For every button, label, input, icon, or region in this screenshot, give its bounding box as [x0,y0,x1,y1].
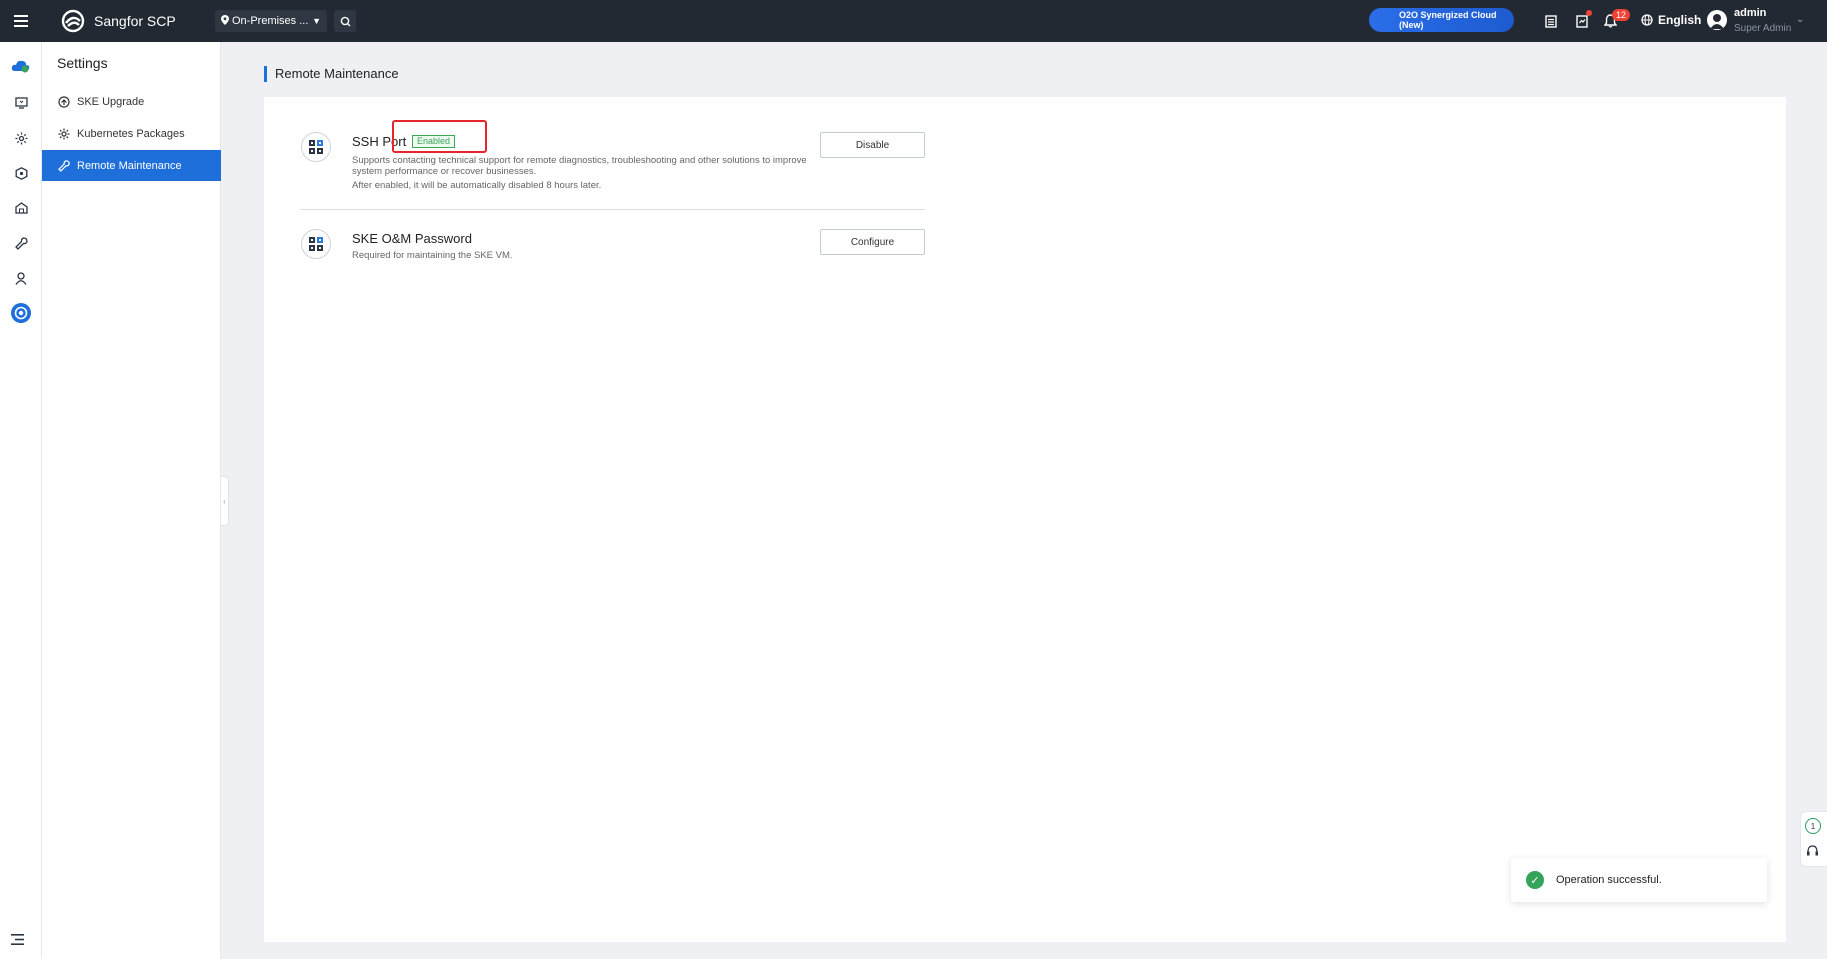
ssh-port-note: After enabled, it will be automatically … [352,180,602,191]
collapse-nav-icon[interactable] [11,932,24,948]
upgrade-icon [58,95,70,108]
sidebar-item-label: SKE Upgrade [77,95,145,108]
user-avatar[interactable] [1707,10,1727,30]
page-title: Remote Maintenance [264,66,399,82]
ske-om-password-description: Required for maintaining the SKE VM. [352,250,513,261]
o2o-cloud-button[interactable]: O2O Synergized Cloud (New) [1369,8,1514,32]
settings-icon[interactable] [11,303,31,323]
toast-message: Operation successful. [1556,874,1662,886]
warehouse-icon[interactable] [11,198,31,218]
search-icon[interactable] [334,10,356,32]
gear-cluster-icon[interactable] [11,128,31,148]
cloud-overview-icon[interactable] [11,56,31,76]
sidebar-item-remote-maintenance[interactable]: Remote Maintenance [42,150,221,181]
user-name[interactable]: admin [1734,7,1766,19]
brand-name: Sangfor SCP [94,13,176,29]
content-panel: SSH Port Enabled Supports contacting tec… [264,97,1786,942]
sidebar-item-kubernetes-packages[interactable]: Kubernetes Packages [42,118,221,149]
location-label: On-Premises ... [232,15,309,27]
helper-count[interactable]: 1 [1805,818,1821,834]
user-menu-chevron-icon[interactable]: ⌄ [1796,14,1804,25]
sidebar-item-label: Kubernetes Packages [77,127,185,140]
floating-helper: 1 [1800,811,1827,867]
monitor-icon[interactable] [11,93,31,113]
top-bar: Sangfor SCP On-Premises ... ▼ O2O Synerg… [0,0,1827,42]
hamburger-menu-icon[interactable] [0,0,42,42]
brand-logo[interactable]: Sangfor SCP [60,9,176,33]
o2o-cloud-label: O2O Synergized Cloud (New) [1399,10,1497,30]
kubernetes-icon[interactable] [11,163,31,183]
chevron-down-icon: ▼ [312,16,321,26]
sidebar-item-ske-upgrade[interactable]: SKE Upgrade [42,86,221,117]
app-grid-icon [301,229,331,259]
alarm-dot [1586,10,1592,16]
sidebar-title: Settings [57,55,108,71]
sidebar-collapse-handle[interactable]: ‹ [221,476,229,526]
location-pin-icon [221,14,229,28]
sangfor-logo-icon [61,9,85,33]
wrench-icon[interactable] [11,233,31,253]
success-toast: ✓ Operation successful. [1511,858,1767,902]
app-grid-icon [301,132,331,162]
settings-sidebar: Settings SKE Upgrade Kubernetes Packages… [42,42,221,959]
language-label: English [1658,13,1702,27]
notification-badge: 12 [1612,9,1631,21]
headset-icon[interactable] [1806,845,1820,859]
task-list-icon[interactable] [1542,12,1560,30]
language-switcher[interactable]: English [1641,13,1701,27]
configure-button[interactable]: Configure [820,229,925,255]
user-icon[interactable] [11,268,31,288]
ssh-port-description: Supports contacting technical support fo… [352,155,807,177]
nav-rail [0,42,42,959]
check-circle-icon: ✓ [1526,871,1544,889]
wrench-icon [58,159,70,172]
gear-icon [58,128,70,139]
disable-button[interactable]: Disable [820,132,925,158]
divider [300,209,925,210]
user-role: Super Admin [1734,23,1792,34]
globe-icon [1641,14,1653,26]
sidebar-item-label: Remote Maintenance [77,159,182,172]
location-select[interactable]: On-Premises ... ▼ [215,10,327,32]
ske-om-password-title: SKE O&M Password [352,231,472,246]
highlight-box [392,120,487,153]
